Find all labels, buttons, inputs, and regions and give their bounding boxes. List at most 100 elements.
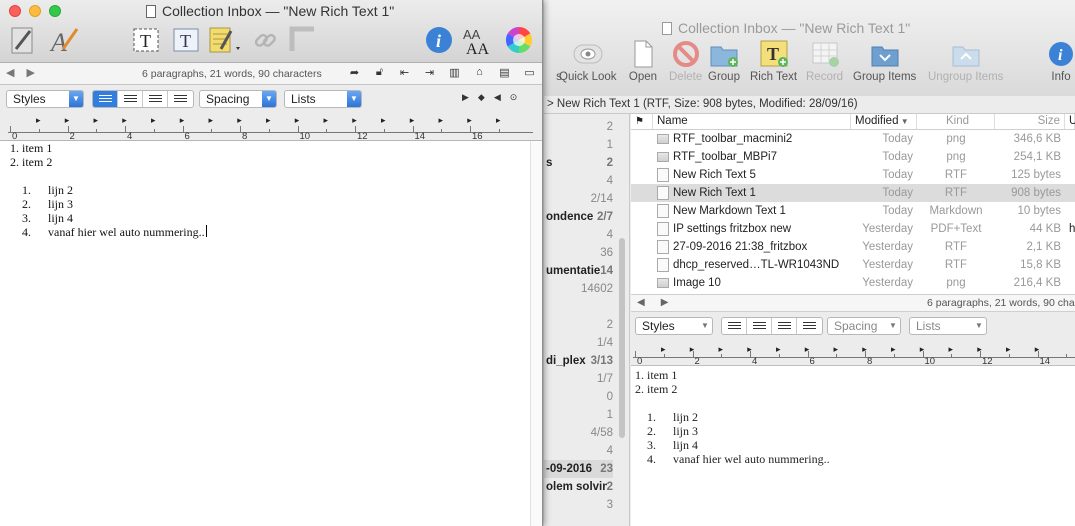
text-frame-button[interactable]: T: [168, 24, 202, 56]
tab-stop-right-icon[interactable]: ▶: [462, 92, 469, 103]
bg-ruler[interactable]: 0 2 4 6 8 10 12 14 ▸ ▸ ▸ ▸ ▸ ▸ ▸ ▸ ▸ ▸ ▸ ▸ ▸ ▸: [631, 342, 1075, 366]
sidebar-item[interactable]: 0: [544, 388, 613, 406]
tab-marker-icon[interactable]: ▸: [352, 115, 357, 126]
size-column-header[interactable]: Size: [995, 114, 1065, 129]
group-items-button[interactable]: Group Items: [853, 40, 916, 83]
delete-button[interactable]: Delete: [669, 40, 702, 83]
info-button[interactable]: i: [422, 24, 456, 56]
flag-column-header[interactable]: ⚑: [631, 114, 653, 129]
sidebar-item[interactable]: 1/4: [544, 334, 613, 352]
name-column-header[interactable]: Name: [653, 114, 851, 129]
align-justify-button[interactable]: [772, 318, 797, 334]
tab-marker-icon[interactable]: ▸: [690, 344, 695, 355]
columns-icon[interactable]: ▥: [446, 66, 463, 79]
record-button[interactable]: Record: [806, 40, 843, 83]
table-row[interactable]: RTF_toolbar_MBPi7 Today png 254,1 KB: [631, 148, 1075, 166]
table-row[interactable]: New Rich Text 1 Today RTF 908 bytes: [631, 184, 1075, 202]
link-button[interactable]: [248, 24, 282, 56]
back-icon[interactable]: ⇤: [396, 66, 413, 79]
text-box-button[interactable]: T: [128, 24, 162, 56]
text-editor[interactable]: 1. item 1 2. item 2 1. lijn 2 2. lijn 3 3. li…: [0, 141, 530, 526]
sidebar-item[interactable]: olem solving2: [544, 478, 613, 496]
tab-marker-icon[interactable]: ▸: [920, 344, 925, 355]
tab-marker-icon[interactable]: ▸: [439, 115, 444, 126]
tab-marker-icon[interactable]: ▸: [862, 344, 867, 355]
text-size-button[interactable]: AA AA: [461, 24, 495, 56]
rich-text-button[interactable]: T Rich Text: [750, 40, 797, 83]
row-flag[interactable]: [631, 130, 653, 148]
table-row[interactable]: RTF_toolbar_macmini2 Today png 346,6 KB: [631, 130, 1075, 148]
bg-lists-popup[interactable]: Lists ▼: [909, 317, 987, 335]
align-center-button[interactable]: [118, 91, 143, 107]
sidebar-item[interactable]: 36: [544, 244, 613, 262]
group-button[interactable]: Group: [708, 40, 740, 83]
table-row[interactable]: IP settings fritzbox new Yesterday PDF+Tex…: [631, 220, 1075, 238]
tab-marker-icon[interactable]: ▸: [834, 344, 839, 355]
sidebar[interactable]: 2 1 s 2 4 2/14 ondence 2/7 4 36 umentatie 14 14602 2 1…: [544, 114, 630, 526]
align-right-button[interactable]: [168, 91, 193, 107]
ungroup-items-button[interactable]: Ungroup Items: [928, 40, 1003, 83]
tab-marker-icon[interactable]: ▸: [324, 115, 329, 126]
tab-marker-icon[interactable]: ▸: [949, 344, 954, 355]
window-icon[interactable]: ▭: [521, 66, 538, 79]
minimize-button[interactable]: [29, 5, 41, 17]
sidebar-item[interactable]: [544, 298, 613, 316]
tab-marker-icon[interactable]: ▸: [1006, 344, 1011, 355]
bg-styles-popup[interactable]: Styles ▼: [635, 317, 713, 335]
bg-spacing-popup[interactable]: Spacing ▼: [827, 317, 901, 335]
tab-marker-icon[interactable]: ▸: [776, 344, 781, 355]
sidebar-item[interactable]: 1/7: [544, 370, 613, 388]
bg-text-editor[interactable]: 1. item 1 2. item 2 1. lijn 2 2. lijn 3 3. li…: [631, 366, 1075, 526]
sidebar-item[interactable]: 4: [544, 172, 613, 190]
table-row[interactable]: New Rich Text 5 Today RTF 125 bytes: [631, 166, 1075, 184]
sidebar-item[interactable]: 2/14: [544, 190, 613, 208]
row-flag[interactable]: [631, 256, 653, 274]
quick-look-button[interactable]: Quick Look: [559, 40, 617, 83]
spacing-popup[interactable]: Spacing ▼: [199, 90, 277, 108]
row-flag[interactable]: [631, 220, 653, 238]
share-arrow-icon[interactable]: ➦: [346, 66, 363, 79]
tab-marker-icon[interactable]: ▸: [805, 344, 810, 355]
tab-marker-icon[interactable]: ▸: [65, 115, 70, 126]
lock-icon[interactable]: 🔓︎: [371, 66, 388, 79]
archive-icon[interactable]: ⌂: [471, 66, 488, 79]
row-flag[interactable]: [631, 184, 653, 202]
tab-marker-icon[interactable]: ▸: [36, 115, 41, 126]
next-arrow-icon[interactable]: ▶: [661, 295, 669, 311]
sidebar-item[interactable]: 2: [544, 316, 613, 334]
align-right-button[interactable]: [797, 318, 822, 334]
tab-marker-icon[interactable]: ▸: [94, 115, 99, 126]
row-flag[interactable]: [631, 202, 653, 220]
sidebar-item[interactable]: 1: [544, 136, 613, 154]
kind-column-header[interactable]: Kind: [917, 114, 995, 129]
tab-marker-icon[interactable]: ▸: [266, 115, 271, 126]
align-justify-button[interactable]: [143, 91, 168, 107]
ruler-toggle-button[interactable]: [286, 24, 320, 56]
document-list-icon[interactable]: ▤: [496, 66, 513, 79]
sidebar-item[interactable]: 4: [544, 226, 613, 244]
sidebar-scrollbar[interactable]: [619, 238, 625, 438]
previous-arrow-icon[interactable]: ◀: [637, 295, 645, 311]
open-button[interactable]: Open: [628, 40, 658, 83]
align-center-button[interactable]: [747, 318, 772, 334]
tab-marker-icon[interactable]: ▸: [237, 115, 242, 126]
sidebar-item[interactable]: 4: [544, 442, 613, 460]
u-column-header[interactable]: U: [1065, 114, 1075, 129]
forward-icon[interactable]: ⇥: [421, 66, 438, 79]
tab-marker-icon[interactable]: ▸: [381, 115, 386, 126]
tab-marker-icon[interactable]: ▸: [891, 344, 896, 355]
tab-marker-icon[interactable]: ▸: [295, 115, 300, 126]
sidebar-item[interactable]: di_plex 3/13: [544, 352, 613, 370]
sidebar-item[interactable]: 3: [544, 496, 613, 514]
table-row[interactable]: Image 10 Yesterday png 216,4 KB: [631, 274, 1075, 292]
row-flag[interactable]: [631, 166, 653, 184]
tab-marker-icon[interactable]: ▸: [209, 115, 214, 126]
styles-popup[interactable]: Styles ▼: [6, 90, 84, 108]
row-flag[interactable]: [631, 274, 653, 292]
sidebar-item[interactable]: ondence 2/7: [544, 208, 613, 226]
modified-column-header[interactable]: Modified ▼: [851, 114, 917, 129]
table-row[interactable]: 27-09-2016 21:38_fritzbox Yesterday RTF 2,1…: [631, 238, 1075, 256]
fg-ruler[interactable]: 0 2 4 6 8 10 12 14 16 ▸ ▸ ▸ ▸ ▸ ▸ ▸ ▸ ▸ ▸ ▸ ▸ ▸ ▸ ▸ ▸ ▸: [0, 113, 542, 141]
sidebar-item[interactable]: 1: [544, 406, 613, 424]
sidebar-item[interactable]: s2: [544, 154, 613, 172]
